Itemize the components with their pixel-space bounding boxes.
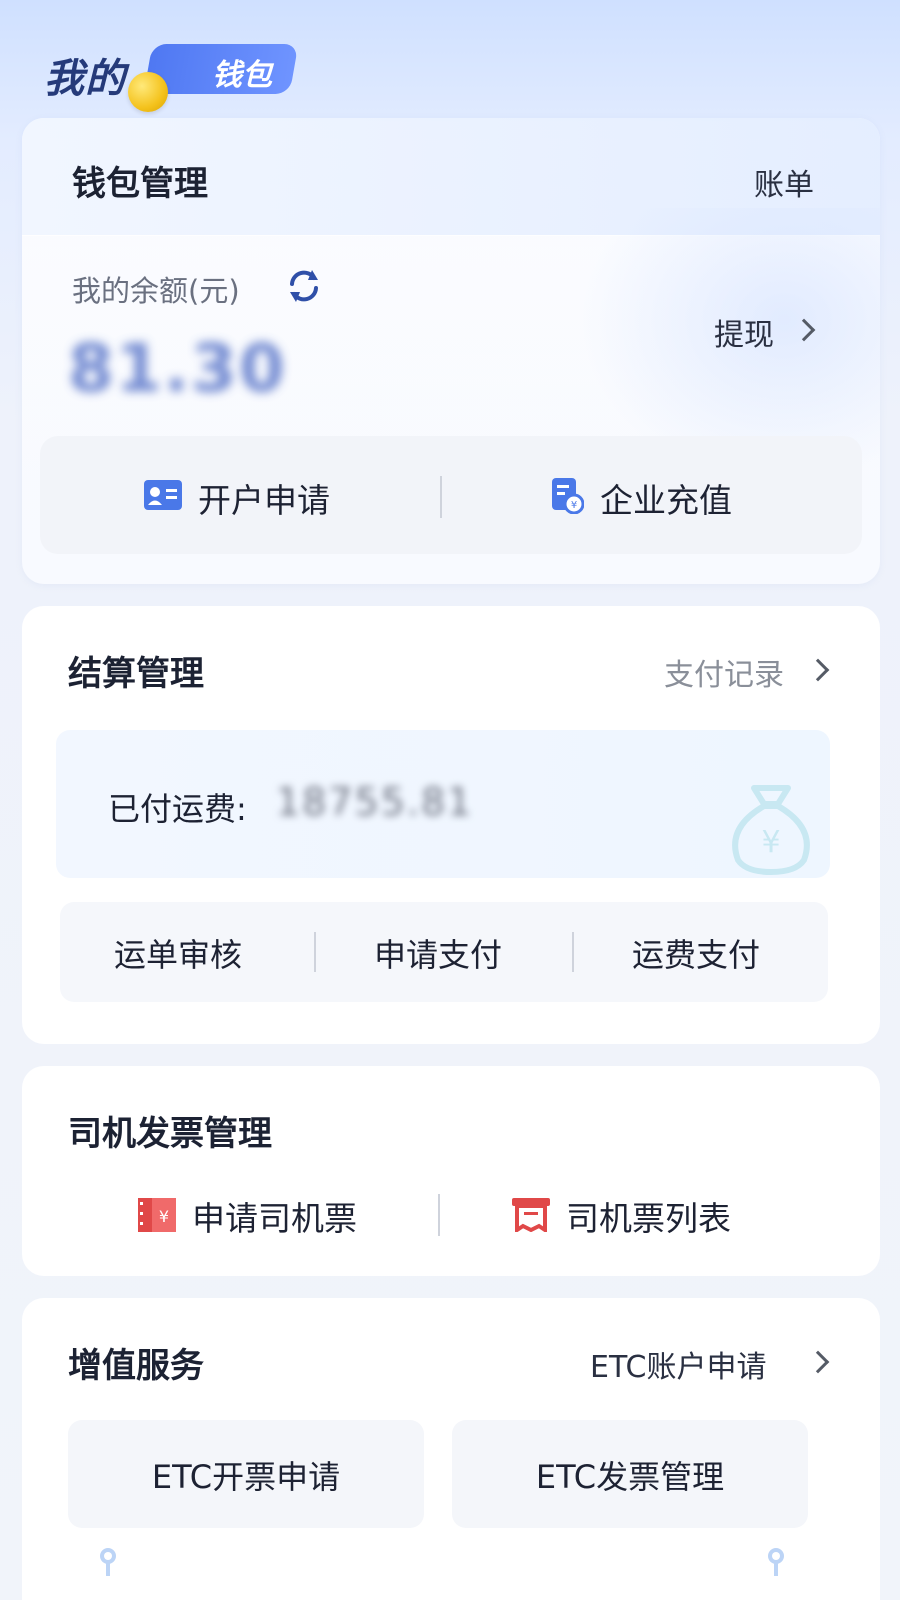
payment-records-link[interactable]: 支付记录	[664, 650, 784, 694]
paid-freight-label: 已付运费:	[108, 790, 247, 828]
driver-invoice-list-button[interactable]: 司机票列表	[492, 1184, 812, 1244]
wallet-card-title: 钱包管理	[72, 164, 208, 204]
enterprise-recharge-button[interactable]: ¥ 企业充值	[442, 436, 862, 554]
wallet-badge-label: 钱包	[212, 58, 272, 93]
refresh-icon[interactable]	[284, 266, 324, 306]
settlement-card-title: 结算管理	[68, 654, 204, 694]
svg-text:¥: ¥	[761, 825, 780, 860]
balance-value: 81.30	[68, 330, 287, 407]
etc-invoice-management-button[interactable]: ETC发票管理	[452, 1420, 808, 1528]
money-bag-icon: ¥	[732, 785, 810, 876]
settlement-actions-bar: 运单审核 申请支付 运费支付	[60, 902, 828, 1002]
etc-invoice-apply-label: ETC开票申请	[151, 1458, 341, 1496]
etc-invoice-management-label: ETC发票管理	[535, 1458, 725, 1496]
page-title: 我的	[44, 56, 126, 102]
value-added-card-title: 增值服务	[68, 1346, 204, 1386]
action-divider	[314, 932, 316, 972]
enterprise-recharge-label: 企业充值	[600, 481, 732, 520]
settlement-management-card: 结算管理 支付记录 已付运费: 18755.81 ¥ 运单审核 申请支付 运费支…	[22, 606, 880, 1044]
location-pin-icon	[100, 1548, 116, 1576]
yuan-ticket-icon: ¥	[138, 1198, 176, 1232]
etc-account-chevron-icon[interactable]	[806, 1350, 830, 1374]
value-added-services-card: 增值服务 ETC账户申请 ETC开票申请 ETC发票管理	[22, 1298, 880, 1600]
bill-link[interactable]: 账单	[754, 160, 814, 204]
apply-driver-invoice-label: 申请司机票	[192, 1199, 357, 1238]
driver-invoice-list-label: 司机票列表	[566, 1199, 731, 1238]
paid-freight-value: 18755.81	[276, 780, 474, 824]
etc-account-apply-link[interactable]: ETC账户申请	[590, 1342, 766, 1386]
driver-invoice-card-title: 司机发票管理	[68, 1114, 272, 1154]
balance-label: 我的余额(元)	[72, 274, 240, 308]
recharge-icon: ¥	[552, 478, 584, 514]
paid-freight-panel: 已付运费: 18755.81 ¥	[56, 730, 830, 878]
svg-text:¥: ¥	[159, 1207, 169, 1226]
wallet-actions-bar: 开户申请 ¥ 企业充值	[40, 436, 862, 554]
payment-records-chevron-icon[interactable]	[806, 658, 830, 682]
page-header: 我的 钱包	[44, 40, 364, 112]
withdraw-link[interactable]: 提现	[714, 310, 774, 354]
waybill-review-button[interactable]: 运单审核	[114, 930, 242, 976]
location-pin-icon	[768, 1548, 784, 1576]
action-divider	[572, 932, 574, 972]
apply-payment-button[interactable]: 申请支付	[374, 930, 502, 976]
id-card-icon	[144, 480, 182, 510]
driver-invoice-card: 司机发票管理 ¥ 申请司机票 司机票列表	[22, 1066, 880, 1276]
etc-invoice-apply-button[interactable]: ETC开票申请	[68, 1420, 424, 1528]
action-divider	[438, 1194, 440, 1236]
freight-payment-button[interactable]: 运费支付	[632, 930, 760, 976]
svg-text:¥: ¥	[571, 500, 577, 511]
open-account-label: 开户申请	[198, 481, 330, 520]
apply-driver-invoice-button[interactable]: ¥ 申请司机票	[112, 1184, 432, 1244]
coin-icon	[128, 72, 168, 112]
invoice-list-icon	[512, 1198, 550, 1232]
wallet-management-card: 钱包管理 账单 我的余额(元) 81.30 提现 开户申请 ¥ 企业充值	[22, 118, 880, 584]
open-account-button[interactable]: 开户申请	[40, 436, 440, 554]
